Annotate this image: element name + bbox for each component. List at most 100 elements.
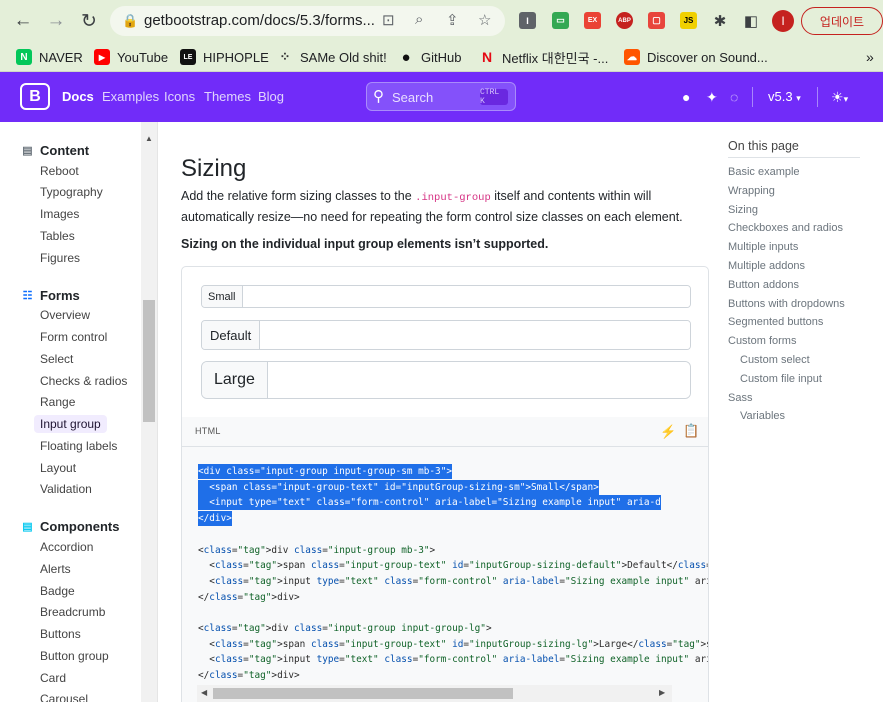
translate-icon[interactable]: ⊡	[382, 11, 395, 29]
toc-item[interactable]: Buttons with dropdowns	[728, 298, 845, 310]
sidebar-item-reboot[interactable]: Reboot	[40, 164, 79, 178]
scrollbar-thumb[interactable]	[143, 300, 155, 422]
toc-item[interactable]: Multiple addons	[728, 260, 805, 272]
toc-item[interactable]: Segmented buttons	[728, 316, 823, 328]
share-icon[interactable]: ⇪	[446, 11, 459, 29]
lightning-icon[interactable]: ⚡	[660, 424, 676, 440]
sidebar-item-figures[interactable]: Figures	[40, 251, 80, 265]
lock-icon: 🔒	[122, 13, 139, 28]
back-arrow-icon[interactable]: ←	[10, 8, 36, 34]
profile-avatar[interactable]: I	[772, 10, 794, 32]
input-group-default: Default	[201, 320, 691, 350]
sidebar-item-images[interactable]: Images	[40, 207, 79, 221]
sidebar-item-card[interactable]: Card	[40, 671, 66, 685]
netflix-icon: N	[481, 49, 493, 65]
sidebar-item-validation[interactable]: Validation	[40, 482, 92, 496]
sidebar-item-checks-radios[interactable]: Checks & radios	[40, 374, 127, 388]
scroll-right-arrow-icon[interactable]: ▶	[659, 688, 665, 697]
input-group-text-default: Default	[202, 321, 261, 349]
code-line: <class="tag">input type="text" class="fo…	[198, 575, 708, 587]
extension-i-icon[interactable]: I	[519, 12, 536, 29]
default-input[interactable]	[260, 321, 690, 349]
update-button[interactable]: 업데이트	[801, 7, 883, 35]
more-bookmarks-icon[interactable]: »	[866, 46, 874, 68]
address-bar[interactable]: 🔒 getbootstrap.com/docs/5.3/forms... ⊡ ⌕…	[110, 6, 505, 36]
toc-item[interactable]: Multiple inputs	[728, 241, 798, 253]
sidebar-item-alerts[interactable]: Alerts	[40, 562, 71, 576]
side-panel-icon[interactable]: ◧	[738, 8, 764, 34]
toc-item[interactable]: Variables	[740, 410, 785, 422]
chevron-down-icon: ▾	[796, 93, 801, 103]
opencollective-icon[interactable]: ◌	[730, 89, 738, 105]
reload-icon[interactable]: ↻	[76, 8, 102, 34]
nav-themes[interactable]: Themes	[204, 89, 251, 104]
search-button[interactable]: ⚲ Search CTRL K	[366, 82, 516, 111]
scrollbar-thumb[interactable]	[213, 688, 513, 699]
sidebar-item-badge[interactable]: Badge	[40, 584, 75, 598]
forward-arrow-icon[interactable]: →	[43, 8, 69, 34]
input-group-small: Small	[201, 285, 691, 308]
bootstrap-logo[interactable]: B	[20, 83, 50, 110]
nav-docs[interactable]: Docs	[62, 89, 94, 104]
toc-item[interactable]: Button addons	[728, 279, 799, 291]
toc-item[interactable]: Wrapping	[728, 185, 775, 197]
sidebar-item-breadcrumb[interactable]: Breadcrumb	[40, 605, 105, 619]
bookmark-star-icon[interactable]: ☆	[478, 11, 491, 29]
bookmark-hiphople[interactable]: LE HIPHOPLE	[180, 46, 269, 68]
toc-item[interactable]: Custom select	[740, 354, 810, 366]
toc-item[interactable]: Sizing	[728, 204, 758, 216]
github-icon[interactable]: ●	[682, 89, 690, 105]
toc-item[interactable]: Sass	[728, 392, 752, 404]
small-input[interactable]	[242, 286, 690, 307]
large-input[interactable]	[267, 362, 690, 398]
bookmark-naver[interactable]: N NAVER	[16, 46, 83, 68]
bookmark-github[interactable]: ● GitHub	[398, 46, 461, 68]
bookmark-same-old-shit[interactable]: ⁘ SAMe Old shit!	[277, 46, 387, 68]
sidebar-item-input-group[interactable]: Input group	[34, 415, 107, 433]
sidebar-item-range[interactable]: Range	[40, 395, 75, 409]
toc-item[interactable]: Basic example	[728, 166, 800, 178]
extension-adblock-icon[interactable]: ABP	[616, 12, 633, 29]
extensions-puzzle-icon[interactable]: ✱	[707, 8, 733, 34]
nav-blog[interactable]: Blog	[258, 89, 284, 104]
sidebar-item-typography[interactable]: Typography	[40, 185, 103, 199]
extension-ex-icon[interactable]: EX	[584, 12, 601, 29]
sidebar-item-accordion[interactable]: Accordion	[40, 540, 93, 554]
code-block[interactable]: <div class="input-group input-group-sm m…	[181, 447, 709, 702]
sidebar-item-carousel[interactable]: Carousel	[40, 692, 88, 702]
input-group-large: Large	[201, 361, 691, 399]
nav-examples[interactable]: Examples	[102, 89, 159, 104]
url-text: getbootstrap.com/docs/5.3/forms...	[144, 12, 375, 29]
sidebar-item-form-control[interactable]: Form control	[40, 330, 107, 344]
section-title: Sizing	[181, 155, 247, 182]
twitter-icon[interactable]: ✦	[706, 89, 718, 106]
bookmark-netflix[interactable]: N Netflix 대한민국 -...	[479, 46, 608, 68]
code-horizontal-scrollbar[interactable]: ◀ ▶	[197, 685, 672, 702]
extension-screen-icon[interactable]: ▭	[552, 12, 569, 29]
sidebar-item-button-group[interactable]: Button group	[40, 649, 109, 663]
version-dropdown[interactable]: v5.3 ▾	[768, 89, 801, 104]
scroll-left-arrow-icon[interactable]: ◀	[201, 688, 207, 697]
toc-item[interactable]: Custom file input	[740, 373, 822, 385]
toc-item[interactable]: Checkboxes and radios	[728, 222, 843, 234]
sidebar-scrollbar[interactable]: ▲	[141, 122, 157, 702]
menu-button-icon: ▤	[22, 521, 33, 533]
extension-js-icon[interactable]: JS	[680, 12, 697, 29]
sidebar-item-floating-labels[interactable]: Floating labels	[40, 439, 117, 453]
scroll-up-arrow-icon[interactable]: ▲	[145, 134, 153, 143]
clipboard-icon[interactable]: 📋	[683, 423, 699, 439]
toc-item[interactable]: Custom forms	[728, 335, 796, 347]
nav-icons[interactable]: Icons	[164, 89, 195, 104]
bookmark-soundcloud[interactable]: ☁ Discover on Sound...	[624, 46, 768, 68]
sidebar-item-tables[interactable]: Tables	[40, 229, 75, 243]
extension-chat-icon[interactable]: ▢	[648, 12, 665, 29]
zoom-icon[interactable]: ⌕	[415, 11, 423, 28]
sidebar-item-select[interactable]: Select	[40, 352, 73, 366]
code-language-label: HTML	[195, 426, 221, 436]
sidebar-item-buttons[interactable]: Buttons	[40, 627, 81, 641]
theme-toggle[interactable]: ☀▾	[831, 89, 848, 106]
sidebar-item-layout[interactable]: Layout	[40, 461, 76, 475]
soundcloud-icon: ☁	[624, 49, 640, 65]
sidebar-item-overview[interactable]: Overview	[40, 308, 90, 322]
bookmark-youtube[interactable]: ▶ YouTube	[94, 46, 168, 68]
